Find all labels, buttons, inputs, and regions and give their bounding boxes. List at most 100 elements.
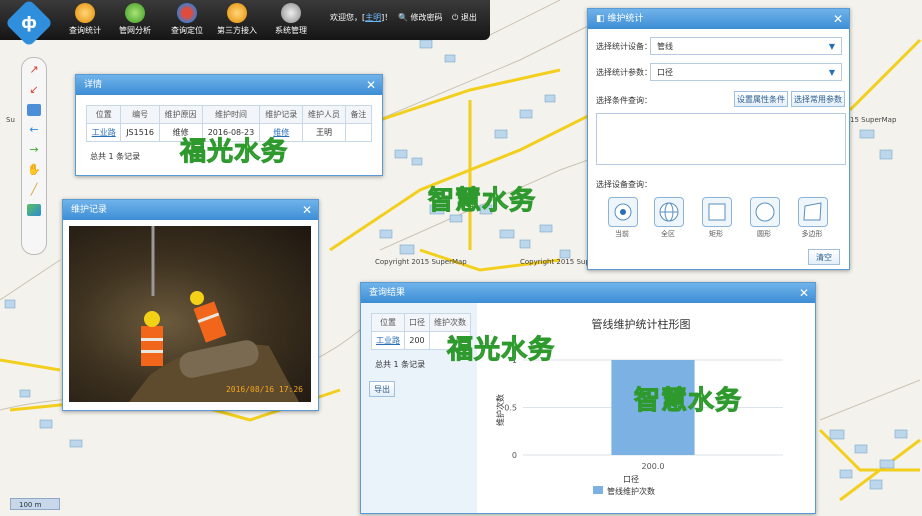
- query-stats-icon: [75, 3, 95, 23]
- polygon-select-button[interactable]: [798, 197, 828, 227]
- system-manage-label: 系统管理: [275, 26, 307, 35]
- watermark: 智慧水务: [427, 186, 537, 217]
- whole-area-button[interactable]: [654, 197, 684, 227]
- column-header: 口径: [404, 313, 430, 332]
- column-header: 位置: [371, 313, 405, 332]
- detail-title: 详情: [84, 80, 103, 90]
- change-password-label: 修改密码: [410, 13, 443, 22]
- query-locate-tool[interactable]: 查询定位: [162, 3, 212, 36]
- param-select[interactable]: 口径 ▼: [650, 63, 842, 81]
- pan-hand-icon[interactable]: ✋: [27, 164, 41, 176]
- table-cell[interactable]: 工业路: [371, 331, 405, 350]
- welcome-text: 欢迎您，[主明]！: [330, 12, 392, 23]
- watermark: 福光水务: [179, 137, 289, 168]
- dropdown-arrow-icon: ▼: [828, 42, 835, 51]
- close-icon[interactable]: ✕: [799, 283, 809, 303]
- y-tick-label: 0.5: [504, 404, 517, 413]
- clear-button[interactable]: 清空: [808, 249, 840, 265]
- photo-window: 维护记录 ✕ 2016/08/16 17:26: [62, 199, 319, 411]
- system-manage-icon: [281, 3, 301, 23]
- close-icon[interactable]: ✕: [302, 200, 312, 220]
- current-label: 当前: [615, 230, 629, 238]
- column-header: 维护时间: [201, 105, 261, 124]
- forward-arrow-icon[interactable]: →: [27, 144, 41, 156]
- result-window: 查询结果 ✕ 位置 口径 维护次数 工业路 200 1 总共 1 条记录 导出 …: [360, 282, 816, 514]
- query-stats-tool[interactable]: 查询统计: [60, 3, 110, 36]
- key-icon: 🔍: [398, 13, 408, 22]
- target-icon: [614, 203, 632, 221]
- device-query-label: 选择设备查询：: [596, 180, 652, 189]
- x-tick-label: 200.0: [642, 462, 665, 471]
- change-password-button[interactable]: 🔍 修改密码: [398, 12, 443, 23]
- zoom-in-icon[interactable]: ↗: [27, 64, 41, 76]
- stats-titlebar[interactable]: ◧ 维护统计 ✕: [588, 9, 849, 29]
- chart-xlabel: 口径: [623, 474, 639, 484]
- current-location-button[interactable]: [608, 197, 638, 227]
- query-locate-label: 查询定位: [171, 26, 203, 35]
- stats-window: ◧ 维护统计 ✕ 选择统计设备： 管线 ▼ 选择统计参数： 口径 ▼ 选择条件查…: [587, 8, 850, 270]
- export-button[interactable]: 导出: [369, 381, 395, 397]
- column-header: 编号: [120, 105, 160, 124]
- device-label: 选择统计设备：: [596, 42, 652, 51]
- query-stats-label: 查询统计: [69, 26, 101, 35]
- column-header: 维护记录: [259, 105, 304, 124]
- globe-icon: [659, 202, 679, 222]
- rectangle-icon: [708, 203, 726, 221]
- watermark: 智慧水务: [633, 386, 743, 417]
- close-icon[interactable]: ✕: [833, 9, 843, 29]
- chart-icon: ◧: [596, 14, 605, 24]
- result-total: 总共 1 条记录: [375, 360, 426, 369]
- main-toolbar: 查询统计 管网分析 查询定位 第三方接入 系统管理 欢迎您，[主明]！ 🔍 修改…: [0, 0, 490, 40]
- detail-titlebar[interactable]: 详情 ✕: [76, 75, 382, 95]
- full-extent-icon[interactable]: [27, 104, 41, 116]
- network-analysis-tool[interactable]: 管网分析: [110, 3, 160, 36]
- workers-illustration: [129, 226, 299, 402]
- map-tool-bar: ↗ ↙ ← → ✋ ╱: [21, 57, 47, 255]
- table-cell: [344, 123, 373, 142]
- result-title: 查询结果: [369, 288, 406, 298]
- logout-button[interactable]: ⏻ 退出: [452, 12, 477, 23]
- third-party-label: 第三方接入: [217, 26, 257, 35]
- whole-area-label: 全区: [661, 230, 675, 238]
- power-icon: ⏻: [452, 13, 459, 22]
- column-header: 位置: [85, 105, 122, 124]
- user-name[interactable]: 主明: [365, 13, 381, 22]
- zoom-out-icon[interactable]: ↙: [27, 84, 41, 96]
- third-party-tool[interactable]: 第三方接入: [212, 3, 262, 36]
- back-arrow-icon[interactable]: ←: [27, 124, 41, 136]
- map-supermap-left: Su: [6, 116, 15, 124]
- polygon-label: 多边形: [801, 230, 823, 238]
- detail-total: 总共 1 条记录: [90, 152, 141, 161]
- device-select[interactable]: 管线 ▼: [650, 37, 842, 55]
- condition-textarea[interactable]: [596, 113, 846, 165]
- column-header: 备注: [344, 105, 373, 124]
- map-supermap-right: 15 SuperMap: [850, 116, 897, 124]
- table-cell: JS1516: [120, 123, 160, 142]
- chart-ylabel: 维护次数: [495, 394, 505, 426]
- measure-ruler-icon[interactable]: ╱: [27, 184, 41, 196]
- rectangle-select-button[interactable]: [702, 197, 732, 227]
- map-copyright: Copyright 2015 SuperMap: [375, 258, 467, 266]
- table-cell[interactable]: 工业路: [85, 123, 122, 142]
- logo-glyph: ф: [21, 13, 37, 32]
- third-party-icon: [227, 3, 247, 23]
- circle-icon: [755, 202, 775, 222]
- system-manage-tool[interactable]: 系统管理: [266, 3, 316, 36]
- legend-swatch: [593, 486, 603, 494]
- photo-titlebar[interactable]: 维护记录 ✕: [63, 200, 318, 220]
- layers-icon[interactable]: [27, 204, 41, 216]
- table-cell: 200: [404, 331, 430, 350]
- common-param-button[interactable]: 选择常用参数: [791, 91, 845, 107]
- close-icon[interactable]: ✕: [366, 75, 376, 95]
- result-titlebar[interactable]: 查询结果 ✕: [361, 283, 815, 303]
- device-value: 管线: [657, 42, 673, 51]
- param-label: 选择统计参数：: [596, 68, 652, 77]
- circle-select-button[interactable]: [750, 197, 780, 227]
- photo-timestamp: 2016/08/16 17:26: [225, 385, 303, 394]
- network-analysis-label: 管网分析: [119, 26, 151, 35]
- set-attribute-button[interactable]: 设置属性条件: [734, 91, 788, 107]
- y-tick-label: 0: [512, 451, 517, 460]
- table-cell: 王明: [302, 123, 346, 142]
- welcome-prefix: 欢迎您，[: [330, 13, 366, 22]
- watermark: 福光水务: [446, 335, 556, 366]
